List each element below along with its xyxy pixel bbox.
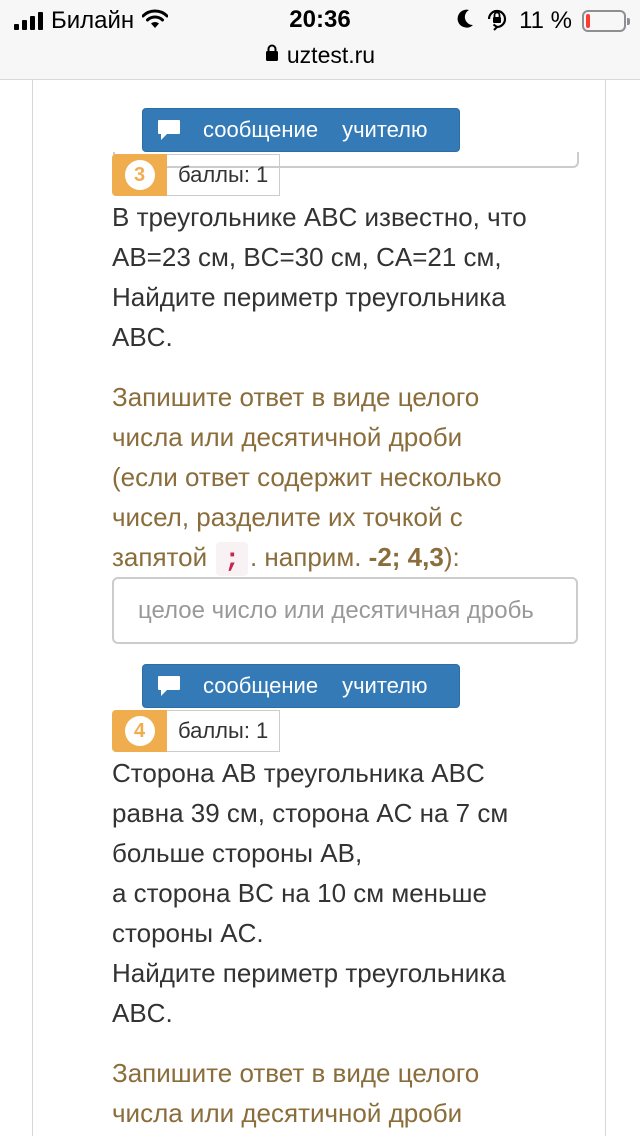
- example-label: . наприм.: [249, 542, 362, 572]
- question-line: Найдите периметр треугольника: [112, 958, 506, 988]
- answer-input[interactable]: [112, 577, 578, 644]
- status-bar: Билайн 20:36 11 % uztest.ru: [0, 0, 640, 80]
- message-teacher-button[interactable]: сообщение учителю: [142, 664, 460, 708]
- question-line: стороны AC.: [112, 918, 264, 948]
- message-button-word2: учителю: [342, 673, 428, 698]
- moon-icon: [455, 8, 475, 35]
- answer-format-hint: Запишите ответ в виде целого числа или д…: [112, 377, 582, 577]
- question-text: Сторона AB треугольника ABC равна 39 см,…: [112, 753, 582, 1033]
- question-text: В треугольнике ABC известно, что AB=23 с…: [112, 197, 582, 357]
- hint-line-last: запятой ;. наприм. -2; 4,3):: [112, 537, 582, 577]
- question-line: равна 39 см, сторона AC на 7 см: [112, 798, 509, 828]
- battery-fill: [586, 14, 590, 28]
- example-value: -2; 4,3: [368, 542, 444, 572]
- hint-line: Запишите ответ в виде целого: [112, 1058, 480, 1088]
- question-line: Найдите периметр треугольника: [112, 282, 506, 312]
- message-button-word1: сообщение: [203, 673, 319, 698]
- status-right: 11 %: [455, 6, 630, 36]
- semicolon-code: ;: [216, 542, 248, 576]
- orientation-lock-icon: [485, 7, 509, 36]
- hint-closing: ):: [443, 542, 460, 572]
- question-line: Сторона AB треугольника ABC: [112, 758, 485, 788]
- question-line: AB=23 см, BC=30 см, CA=21 см,: [112, 242, 502, 272]
- message-teacher-button[interactable]: сообщение учителю: [142, 108, 460, 152]
- url-text[interactable]: uztest.ru: [287, 42, 375, 69]
- question-line: ABC.: [112, 322, 173, 352]
- question-line: ABC.: [112, 998, 173, 1028]
- hint-line: чисел, разделите их точкой с: [112, 502, 463, 532]
- question-line: а сторона BC на 10 см меньше: [112, 878, 487, 908]
- question-score: 4 баллы: 1: [112, 710, 281, 752]
- hint-line: числа или десятичной дроби: [112, 422, 463, 452]
- question-number: 4: [124, 716, 155, 746]
- question-number-badge: 3: [112, 154, 167, 196]
- hint-line: числа или десятичной дроби: [112, 1098, 463, 1128]
- speech-bubble-icon: [157, 675, 181, 697]
- speech-bubble-icon: [157, 119, 181, 141]
- answer-format-hint: Запишите ответ в виде целого числа или д…: [112, 1053, 582, 1133]
- address-bar[interactable]: uztest.ru: [0, 38, 640, 72]
- question-score: 3 баллы: 1: [112, 154, 281, 196]
- battery-icon: [582, 10, 630, 32]
- message-button-word2: учителю: [342, 117, 428, 142]
- battery-percent: 11 %: [519, 7, 572, 34]
- question-line: больше стороны AB,: [112, 838, 363, 868]
- question-number-badge: 4: [112, 710, 167, 752]
- question-number: 3: [124, 160, 155, 190]
- points-label: баллы: 1: [167, 710, 281, 752]
- hint-line: (если ответ содержит несколько: [112, 462, 502, 492]
- hint-line: Запишите ответ в виде целого: [112, 382, 480, 412]
- points-label: баллы: 1: [167, 154, 281, 196]
- question-line: В треугольнике ABC известно, что: [112, 202, 527, 232]
- hint-prefix: запятой: [112, 542, 208, 572]
- message-button-word1: сообщение: [203, 117, 319, 142]
- lock-icon: [265, 44, 279, 67]
